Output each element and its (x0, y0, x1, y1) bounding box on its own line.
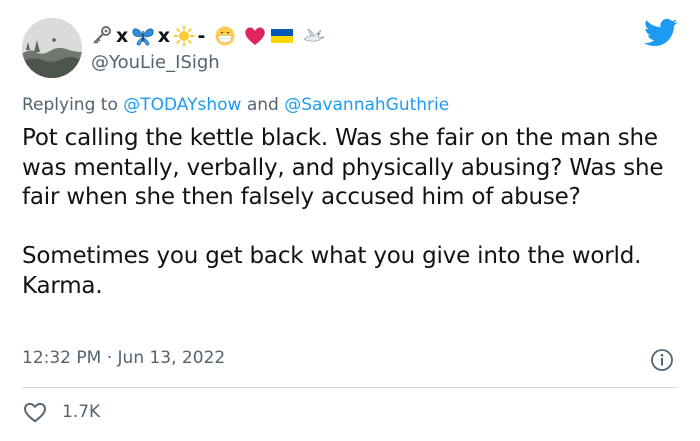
tweet-paragraph: Sometimes you get back what you give int… (22, 243, 642, 299)
twitter-bird-icon[interactable] (644, 18, 678, 48)
heart-outline-icon (24, 402, 46, 423)
like-button[interactable]: 1.7K (22, 398, 100, 426)
replying-prefix: Replying to (22, 95, 124, 115)
mask-face-icon (214, 25, 236, 47)
display-name[interactable]: x x - (91, 22, 325, 50)
tweet-text: Pot calling the kettle black. Was she fa… (22, 124, 672, 301)
heart-icon (243, 25, 267, 47)
ukraine-flag-icon (270, 26, 294, 46)
replying-to-line: Replying to @TODAYshow and @SavannahGuth… (22, 95, 449, 115)
like-count: 1.7K (62, 402, 101, 422)
info-icon[interactable] (650, 348, 674, 372)
name-separator: - (197, 25, 206, 47)
avatar[interactable] (22, 18, 82, 78)
mention-link-savannahguthrie[interactable]: @SavannahGuthrie (284, 95, 449, 115)
tweet-timestamp[interactable]: 12:32 PM · Jun 13, 2022 (22, 348, 225, 368)
replying-conjunction: and (241, 95, 285, 115)
tweet-card: x x - @YouLie_ISigh Replying to @TODAYsh… (0, 0, 700, 441)
divider (22, 387, 678, 388)
key-icon (91, 25, 113, 47)
avatar-image (22, 18, 82, 78)
mention-link-todayshow[interactable]: @TODAYshow (123, 95, 241, 115)
dove-icon (301, 25, 325, 47)
tweet-paragraph: Pot calling the kettle black. Was she fa… (22, 125, 664, 210)
butterfly-icon (131, 25, 155, 47)
name-separator: x (116, 25, 128, 47)
name-separator: x (157, 25, 170, 47)
author-handle[interactable]: @YouLie_ISigh (91, 52, 220, 73)
sun-icon (173, 25, 195, 47)
